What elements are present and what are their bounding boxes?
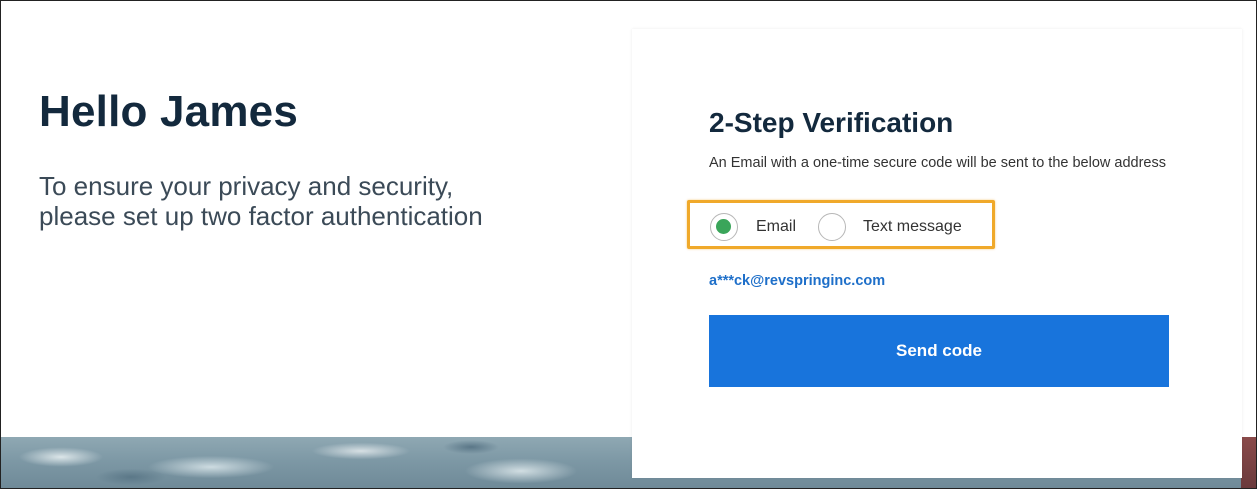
background-photo-edge xyxy=(1241,437,1256,488)
greeting-message: To ensure your privacy and security, ple… xyxy=(39,171,483,231)
delivery-method-options: Email Text message xyxy=(687,200,995,249)
greeting-panel: Hello James To ensure your privacy and s… xyxy=(39,83,559,231)
text-message-radio[interactable] xyxy=(818,213,846,241)
masked-email-address: a***ck@revspringinc.com xyxy=(709,273,886,289)
greeting-title: Hello James xyxy=(39,87,299,136)
text-message-option[interactable]: Text message xyxy=(818,212,962,242)
verification-description: An Email with a one-time secure code wil… xyxy=(709,155,1166,171)
verification-title: 2-Step Verification xyxy=(709,107,954,138)
page-frame: Hello James To ensure your privacy and s… xyxy=(0,0,1257,489)
send-code-button[interactable]: Send code xyxy=(709,315,1169,387)
verification-card: 2-Step Verification An Email with a one-… xyxy=(632,29,1242,478)
text-message-option-label: Text message xyxy=(863,218,962,235)
email-radio[interactable] xyxy=(710,213,738,241)
email-option-label: Email xyxy=(756,218,797,235)
email-option[interactable]: Email xyxy=(710,212,796,242)
